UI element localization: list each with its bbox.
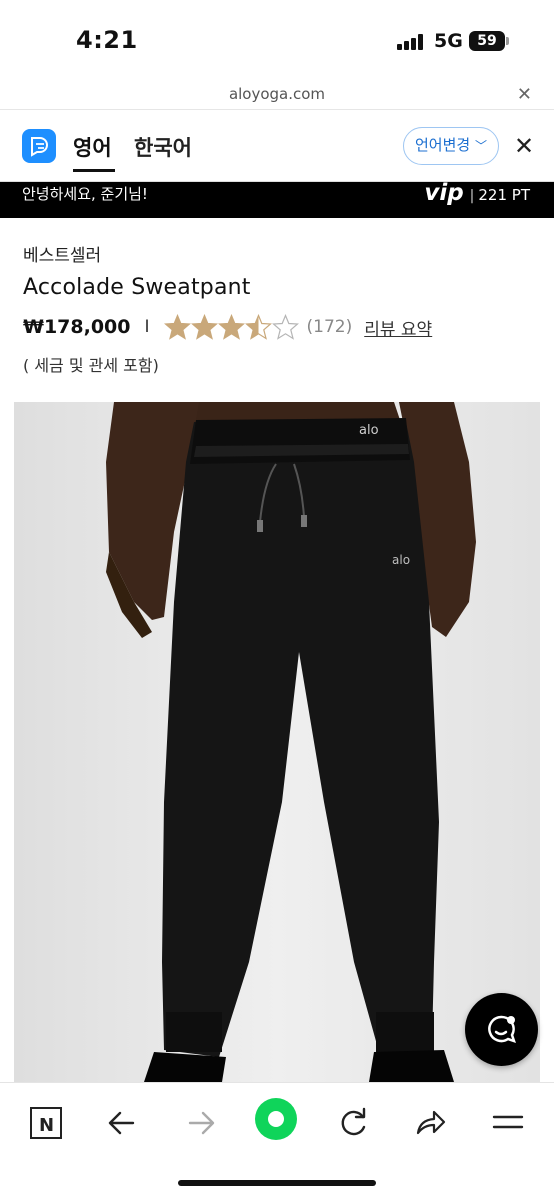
product-image[interactable]: alo alo bbox=[14, 402, 540, 1082]
home-record-icon[interactable] bbox=[254, 1097, 298, 1141]
url-close-icon[interactable]: ✕ bbox=[517, 84, 532, 105]
price-separator: I bbox=[144, 317, 150, 337]
battery-icon: 59 bbox=[469, 31, 505, 51]
url-bar[interactable]: aloyoga.com ✕ bbox=[0, 80, 554, 110]
greeting-text: 안녕하세요, 준기님! bbox=[22, 185, 148, 203]
n-icon[interactable]: N bbox=[26, 1103, 66, 1143]
reload-icon[interactable] bbox=[333, 1103, 373, 1143]
waistband-logo: alo bbox=[359, 423, 379, 438]
translate-logo-icon bbox=[22, 129, 56, 163]
status-time: 4:21 bbox=[76, 26, 138, 54]
chat-button[interactable] bbox=[465, 993, 538, 1066]
tax-note: ( 세금 및 관세 포함) bbox=[23, 356, 159, 375]
product-category: 베스트셀러 bbox=[23, 246, 102, 266]
pants-logo: alo bbox=[392, 553, 410, 567]
product-price: ₩178,000 bbox=[23, 316, 131, 338]
greeting-banner: 안녕하세요, 준기님! vip | 221 PT bbox=[0, 180, 554, 218]
vip-separator: | bbox=[469, 188, 475, 204]
star-icon bbox=[271, 314, 299, 340]
active-tab-indicator bbox=[73, 169, 115, 172]
change-language-button[interactable]: 언어변경 ﹀ bbox=[403, 127, 499, 165]
translation-close-icon[interactable]: ✕ bbox=[514, 132, 534, 160]
vip-points[interactable]: vip | 221 PT bbox=[424, 180, 530, 206]
tab-english[interactable]: 영어 bbox=[73, 132, 112, 162]
star-icon bbox=[190, 314, 218, 340]
chevron-down-icon: ﹀ bbox=[474, 139, 487, 153]
share-icon[interactable] bbox=[410, 1103, 450, 1143]
svg-text:N: N bbox=[39, 1115, 54, 1136]
vip-label: vip bbox=[424, 180, 464, 206]
forward-arrow-icon[interactable] bbox=[180, 1103, 220, 1143]
menu-icon[interactable] bbox=[488, 1103, 528, 1143]
url-text[interactable]: aloyoga.com bbox=[0, 85, 554, 103]
tab-korean[interactable]: 한국어 bbox=[134, 132, 192, 162]
star-icon bbox=[217, 314, 245, 340]
star-icon bbox=[244, 314, 272, 340]
review-count[interactable]: (172) bbox=[307, 317, 353, 337]
status-bar: 4:21 5G 59 bbox=[0, 0, 554, 80]
price-row: ₩178,000 I (172) 리뷰 요약 bbox=[23, 313, 432, 341]
network-type: 5G bbox=[434, 30, 463, 52]
chat-icon bbox=[488, 1015, 516, 1043]
product-title: Accolade Sweatpant bbox=[23, 275, 251, 300]
rating-stars[interactable] bbox=[163, 314, 299, 340]
star-icon bbox=[163, 314, 191, 340]
battery-nub bbox=[506, 37, 509, 45]
points-value: 221 PT bbox=[478, 186, 530, 204]
review-summary-link[interactable]: 리뷰 요약 bbox=[364, 315, 432, 340]
home-indicator bbox=[178, 1180, 376, 1186]
translation-bar: 영어 한국어 언어변경 ﹀ ✕ bbox=[0, 110, 554, 182]
back-arrow-icon[interactable] bbox=[103, 1103, 143, 1143]
change-language-label: 언어변경 bbox=[415, 136, 471, 154]
signal-icon bbox=[397, 34, 427, 50]
